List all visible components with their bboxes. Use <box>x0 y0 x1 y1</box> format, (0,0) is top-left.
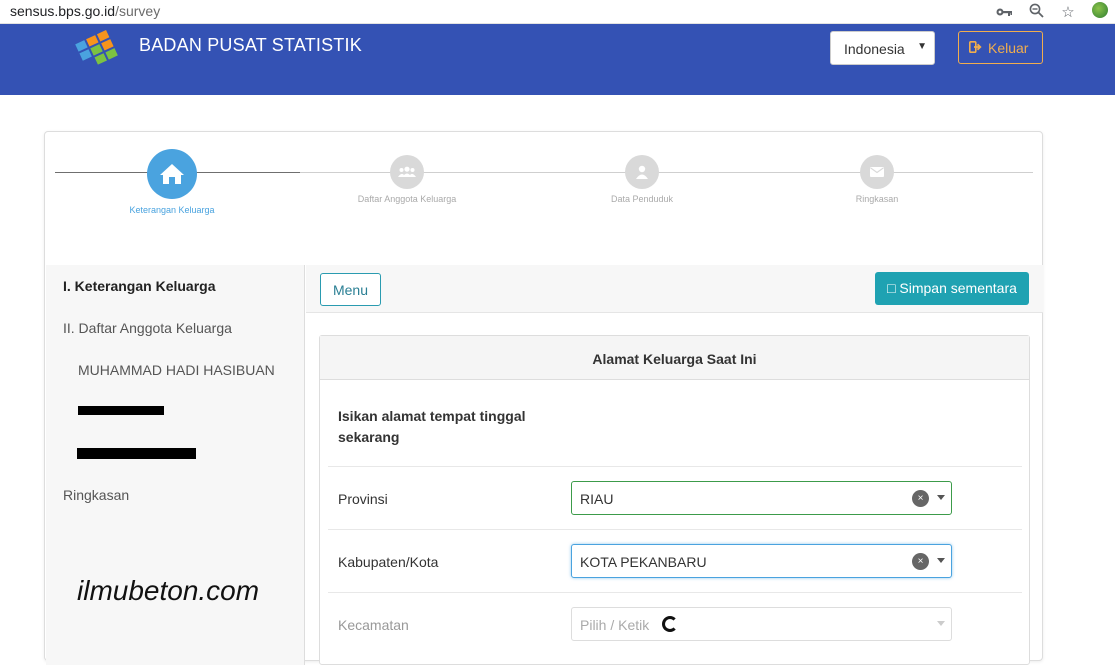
form-intro-text: Isikan alamat tempat tinggal sekarang <box>338 408 526 445</box>
logout-button[interactable]: Keluar <box>958 31 1043 64</box>
wizard-step-label: Keterangan Keluarga <box>129 205 215 215</box>
provinsi-value: RIAU <box>580 491 614 507</box>
wizard-step-label: Data Penduduk <box>610 194 674 204</box>
kabupaten-kota-label: Kabupaten/Kota <box>338 554 439 570</box>
chevron-down-icon <box>937 558 945 563</box>
kecamatan-select[interactable]: Pilih / Ketik <box>571 607 952 641</box>
row-divider <box>328 466 1022 467</box>
wizard-step-data-penduduk[interactable]: Data Penduduk <box>572 155 712 204</box>
wizard-step-ringkasan[interactable]: Ringkasan <box>807 155 947 204</box>
form-toolbar: Menu □ Simpan sementara <box>306 265 1043 313</box>
clear-icon[interactable]: × <box>912 553 929 570</box>
save-draft-button[interactable]: □ Simpan sementara <box>875 272 1029 305</box>
provinsi-label: Provinsi <box>338 491 388 507</box>
survey-card: Keterangan Keluarga Daftar Anggota Kelua… <box>44 131 1043 665</box>
chevron-down-icon <box>937 621 945 626</box>
bps-logo <box>75 30 118 65</box>
sidebar-item-keterangan-keluarga[interactable]: I. Keterangan Keluarga <box>63 278 216 294</box>
redacted-member-name <box>78 406 164 415</box>
sidebar-item-ringkasan[interactable]: Ringkasan <box>63 487 129 503</box>
sign-out-icon <box>969 41 982 56</box>
users-icon <box>390 155 424 189</box>
address-form-panel: Alamat Keluarga Saat Ini Isikan alamat t… <box>319 335 1030 665</box>
form-title: Alamat Keluarga Saat Ini <box>320 336 1029 380</box>
provinsi-select[interactable]: RIAU × <box>571 481 952 515</box>
zoom-out-icon[interactable] <box>1027 3 1045 24</box>
wizard-step-daftar-anggota[interactable]: Daftar Anggota Keluarga <box>337 155 477 204</box>
clear-icon[interactable]: × <box>912 490 929 507</box>
kecamatan-label: Kecamatan <box>338 617 409 633</box>
language-select[interactable]: Indonesia ▼ <box>830 31 935 65</box>
wizard-step-keterangan-keluarga[interactable]: Keterangan Keluarga <box>102 149 242 215</box>
sidebar-item-daftar-anggota[interactable]: II. Daftar Anggota Keluarga <box>63 320 232 336</box>
loading-spinner-icon <box>662 616 678 632</box>
url-host: sensus.bps.go.id <box>10 3 116 19</box>
brand-title: BADAN PUSAT STATISTIK <box>139 35 362 55</box>
extension-icon[interactable] <box>1091 2 1109 24</box>
section-sidebar: I. Keterangan Keluarga II. Daftar Anggot… <box>46 265 305 665</box>
row-divider <box>328 529 1022 530</box>
url-path: /survey <box>115 3 161 19</box>
kecamatan-placeholder: Pilih / Ketik <box>580 617 650 633</box>
user-icon <box>625 155 659 189</box>
kabupaten-kota-select[interactable]: KOTA PEKANBARU × <box>571 544 952 578</box>
sidebar-item-member[interactable]: MUHAMMAD HADI HASIBUAN <box>78 362 275 378</box>
row-divider <box>328 592 1022 593</box>
site-header: BADAN PUSAT STATISTIK Indonesia ▼ Keluar <box>0 24 1115 95</box>
wizard-step-label: Daftar Anggota Keluarga <box>357 194 457 204</box>
menu-button[interactable]: Menu <box>320 273 381 306</box>
chevron-down-icon: ▼ <box>917 41 927 52</box>
key-icon[interactable] <box>995 3 1013 23</box>
wizard-step-label: Ringkasan <box>855 194 899 204</box>
logout-label: Keluar <box>988 40 1029 56</box>
language-selected-value: Indonesia <box>844 41 905 57</box>
envelope-icon <box>860 155 894 189</box>
kabupaten-kota-value: KOTA PEKANBARU <box>580 554 707 570</box>
chevron-down-icon <box>937 495 945 500</box>
watermark-text: ilmubeton.com <box>77 575 260 606</box>
home-icon <box>147 149 197 199</box>
bookmark-star-icon[interactable]: ☆ <box>1059 3 1077 23</box>
browser-address-bar[interactable]: sensus.bps.go.id/survey ☆ <box>0 0 1115 24</box>
redacted-member-name <box>77 448 196 459</box>
url-text[interactable]: sensus.bps.go.id/survey <box>10 3 160 19</box>
